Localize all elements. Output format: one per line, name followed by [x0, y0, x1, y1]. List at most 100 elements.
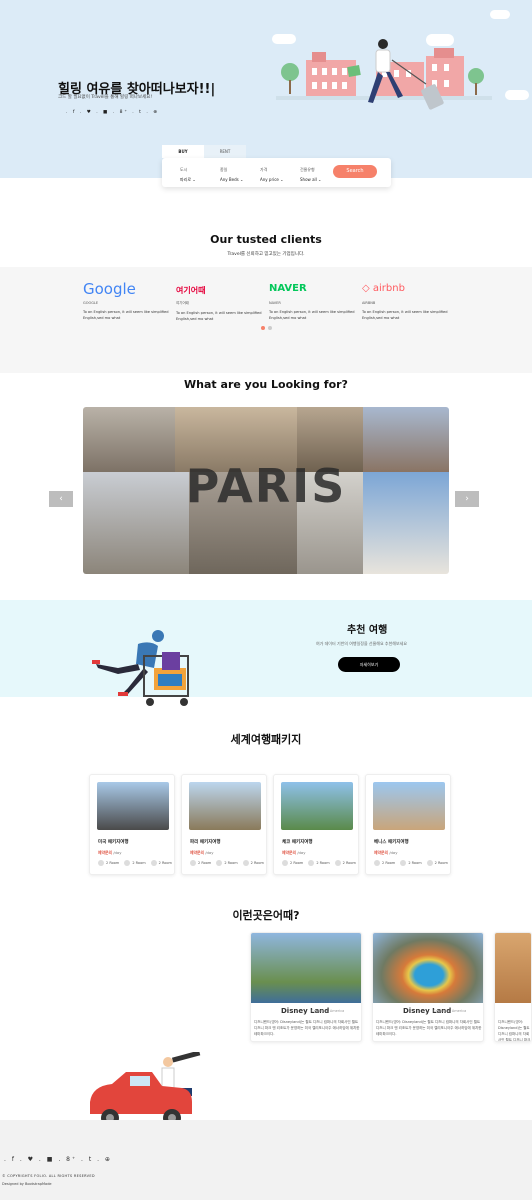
place-card[interactable]: 디즈니랜드(영어: Disneyland)는 월트 디즈니 컴퍼니의 자회사인 … [494, 932, 532, 1042]
package-title: 베니스 패키지여행 [374, 840, 409, 845]
price-label: 가격 [260, 167, 268, 172]
place-desc: 디즈니랜드(영어: Disneyland)는 월트 디즈니 컴퍼니의 자회사인 … [498, 1020, 531, 1042]
carousel-dot[interactable] [268, 326, 272, 330]
area-icon [334, 860, 341, 866]
looking-title: What are you Looking for? [184, 378, 348, 391]
naver-logo: NAVER [269, 283, 307, 294]
search-button[interactable]: Search [333, 165, 377, 178]
cloud-decoration [490, 10, 510, 19]
bed-icon [282, 860, 288, 866]
price-field[interactable]: 가격 Any price ⌄ [260, 167, 284, 182]
city-field[interactable]: 도시 파리로 ⌄ [180, 167, 196, 183]
beds-field[interactable]: 종일 Any Beds ⌄ [220, 167, 243, 182]
place-card[interactable]: Disney Land California, America 디즈니랜드(영어… [372, 932, 484, 1042]
recommend-title: 추천 여행 [347, 625, 388, 636]
airbnb-icon: ◇ [362, 283, 370, 294]
page: 힐링 여유를 찾아떠나보자!!| 크드 할 필요없이 Travel을 통해 힐링… [0, 0, 532, 1200]
city-label: 도시 [180, 167, 188, 172]
copyright: © COPYRIGHTS FOLIO. ALL RIGHTS RESERVED [2, 1174, 95, 1178]
place-location: California, America [311, 1009, 345, 1013]
details-button[interactable]: 자세히보기 [338, 657, 400, 672]
bed-icon [190, 860, 196, 866]
place-desc: 디즈니랜드(영어: Disneyland)는 월트 디즈니 컴퍼니의 자회사인 … [254, 1020, 360, 1036]
clients-subtitle: Travel를 신뢰하고 믿고있는 기업입니다. [227, 252, 305, 257]
clients-band [0, 267, 532, 373]
client-name: GOOGLE [83, 301, 99, 305]
package-meta: 2 Room 2 Room 2 Room [98, 860, 172, 866]
client-desc: To an English person, it will seem like … [362, 310, 448, 320]
package-meta: 2 Room 2 Room 2 Room [374, 860, 448, 866]
area-icon [242, 860, 249, 866]
package-card-usa[interactable]: 미국 패키지여행 예약문의 /day 2 Room 2 Room 2 Room [89, 774, 175, 875]
package-card-czech[interactable]: 체코 패키지여행 예약문의 /day 2 Room 2 Room 2 Room [273, 774, 359, 875]
client-desc: To an English person, it will seem like … [176, 311, 262, 321]
package-price: 예약문의 /day [190, 850, 214, 855]
bed-icon [98, 860, 104, 866]
chevron-down-icon: ⌄ [318, 177, 322, 182]
chevron-down-icon: ⌄ [280, 177, 284, 182]
place-image [495, 933, 531, 1003]
hero-subtitle: 크드 할 필요없이 Travel을 통해 힐링 떠나보세요! [58, 95, 153, 100]
search-box: 도시 파리로 ⌄ 종일 Any Beds ⌄ 가격 Any price ⌄ 건물… [162, 158, 391, 187]
packages-title: 세계여행패키지 [230, 733, 302, 746]
area-icon [426, 860, 433, 866]
traveler-cart-illustration [92, 630, 189, 706]
recommend-section [0, 600, 532, 697]
beds-label: 종일 [220, 167, 228, 172]
client-card-yeogi[interactable]: 여기어때 여기어때 To an English person, it will … [176, 280, 262, 322]
google-logo: Google [83, 280, 136, 298]
search-tabs: BUY RENT [162, 145, 246, 158]
place-location: California, America [433, 1009, 467, 1013]
type-label: 건물유형 [300, 167, 315, 172]
tab-rent[interactable]: RENT [204, 145, 246, 158]
bath-icon [308, 860, 315, 866]
package-card-venice[interactable]: 베니스 패키지여행 예약문의 /day 2 Room 2 Room 2 Room [365, 774, 451, 875]
airbnb-logo: ◇ airbnb [362, 283, 405, 294]
traveler-city-illustration [276, 39, 492, 110]
package-card-paris[interactable]: 파리 패키지여행 예약문의 /day 2 Room 2 Room 2 Room [181, 774, 267, 875]
slider-next-button[interactable]: › [455, 491, 479, 507]
paris-collage[interactable]: PARIS [83, 407, 449, 574]
slider-prev-button[interactable]: ‹ [49, 491, 73, 507]
place-card[interactable]: Disney Land California, America 디즈니랜드(영어… [250, 932, 362, 1042]
package-image [97, 782, 169, 830]
package-image [189, 782, 261, 830]
type-field[interactable]: 건물유형 Show all ⌄ [300, 167, 321, 182]
bath-icon [400, 860, 407, 866]
client-desc: To an English person, it will seem like … [269, 310, 355, 320]
client-card-naver[interactable]: NAVER NAVER To an English person, it wil… [269, 280, 355, 321]
client-name: NAVER [269, 301, 281, 305]
client-card-airbnb[interactable]: ◇ airbnb AIRBNB To an English person, it… [362, 280, 448, 321]
place-image [251, 933, 361, 1003]
carousel-dot[interactable] [261, 326, 265, 330]
client-name: 여기어때 [176, 301, 189, 305]
clients-title: Our tusted clients [210, 233, 322, 246]
bath-icon [216, 860, 223, 866]
tab-buy[interactable]: BUY [162, 145, 204, 158]
client-desc: To an English person, it will seem like … [83, 310, 169, 320]
chevron-down-icon: ⌄ [240, 177, 244, 182]
package-price: 예약문의 /day [282, 850, 306, 855]
price-value: Any price ⌄ [260, 177, 284, 182]
package-price: 예약문의 /day [374, 850, 398, 855]
package-image [281, 782, 353, 830]
area-icon [150, 860, 157, 866]
place-desc: 디즈니랜드(영어: Disneyland)는 월트 디즈니 컴퍼니의 자회사인 … [376, 1020, 482, 1036]
beds-value: Any Beds ⌄ [220, 177, 244, 182]
cloud-decoration [505, 90, 529, 100]
package-price: 예약문의 /day [98, 850, 122, 855]
package-meta: 2 Room 2 Room 2 Room [190, 860, 264, 866]
hero-social-icons[interactable]: . f . ♥ . ■ . 8⁺ . t . ⊕ [66, 110, 159, 115]
package-image [373, 782, 445, 830]
footer-social-icons[interactable]: . f . ♥ . ■ . 8⁺ . t . ⊕ [4, 1156, 112, 1163]
bed-icon [374, 860, 380, 866]
package-title: 파리 패키지여행 [190, 840, 221, 845]
package-meta: 2 Room 2 Room 2 Room [282, 860, 356, 866]
client-card-google[interactable]: Google GOOGLE To an English person, it w… [83, 280, 169, 321]
client-name: AIRBNB [362, 301, 376, 305]
type-value: Show all ⌄ [300, 177, 322, 182]
places-title: 이런곳은어때? [232, 909, 300, 922]
designed-by[interactable]: Designed by BootstrapMade [2, 1182, 52, 1186]
package-title: 미국 패키지여행 [98, 840, 129, 845]
place-image [373, 933, 483, 1003]
